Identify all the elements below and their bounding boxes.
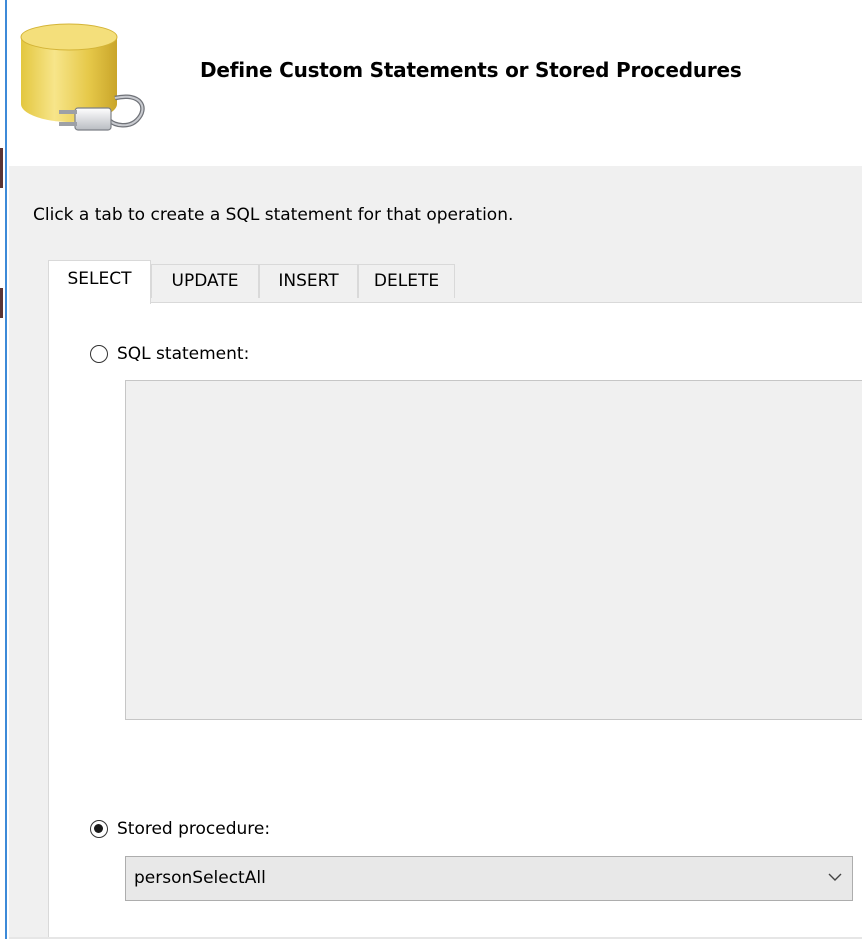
- chevron-down-icon: [828, 873, 842, 881]
- wizard-header: Define Custom Statements or Stored Proce…: [9, 0, 862, 166]
- tab-select[interactable]: SELECT: [48, 260, 151, 304]
- tab-insert[interactable]: INSERT: [259, 264, 358, 298]
- sql-statement-radio[interactable]: [90, 345, 108, 363]
- tab-update[interactable]: UPDATE: [151, 264, 259, 298]
- window-left-edge: [0, 0, 7, 939]
- stored-procedure-value: personSelectAll: [134, 868, 266, 888]
- tab-delete[interactable]: DELETE: [358, 264, 455, 298]
- page-title: Define Custom Statements or Stored Proce…: [200, 58, 742, 82]
- edge-mark: [0, 148, 3, 188]
- stored-procedure-radio[interactable]: [90, 820, 108, 838]
- wizard-content: Click a tab to create a SQL statement fo…: [9, 166, 862, 939]
- instruction-text: Click a tab to create a SQL statement fo…: [33, 205, 514, 225]
- edge-mark: [0, 288, 3, 318]
- sql-statement-option[interactable]: SQL statement:: [90, 344, 249, 364]
- stored-procedure-dropdown[interactable]: personSelectAll: [125, 856, 853, 901]
- database-plug-icon: [20, 23, 145, 131]
- stored-procedure-option[interactable]: Stored procedure:: [90, 819, 270, 839]
- select-tab-panel: SQL statement: Stored procedure: personS…: [48, 302, 862, 939]
- stored-procedure-label: Stored procedure:: [117, 819, 271, 839]
- sql-statement-label: SQL statement:: [117, 344, 250, 364]
- sql-statement-textarea[interactable]: [125, 380, 862, 720]
